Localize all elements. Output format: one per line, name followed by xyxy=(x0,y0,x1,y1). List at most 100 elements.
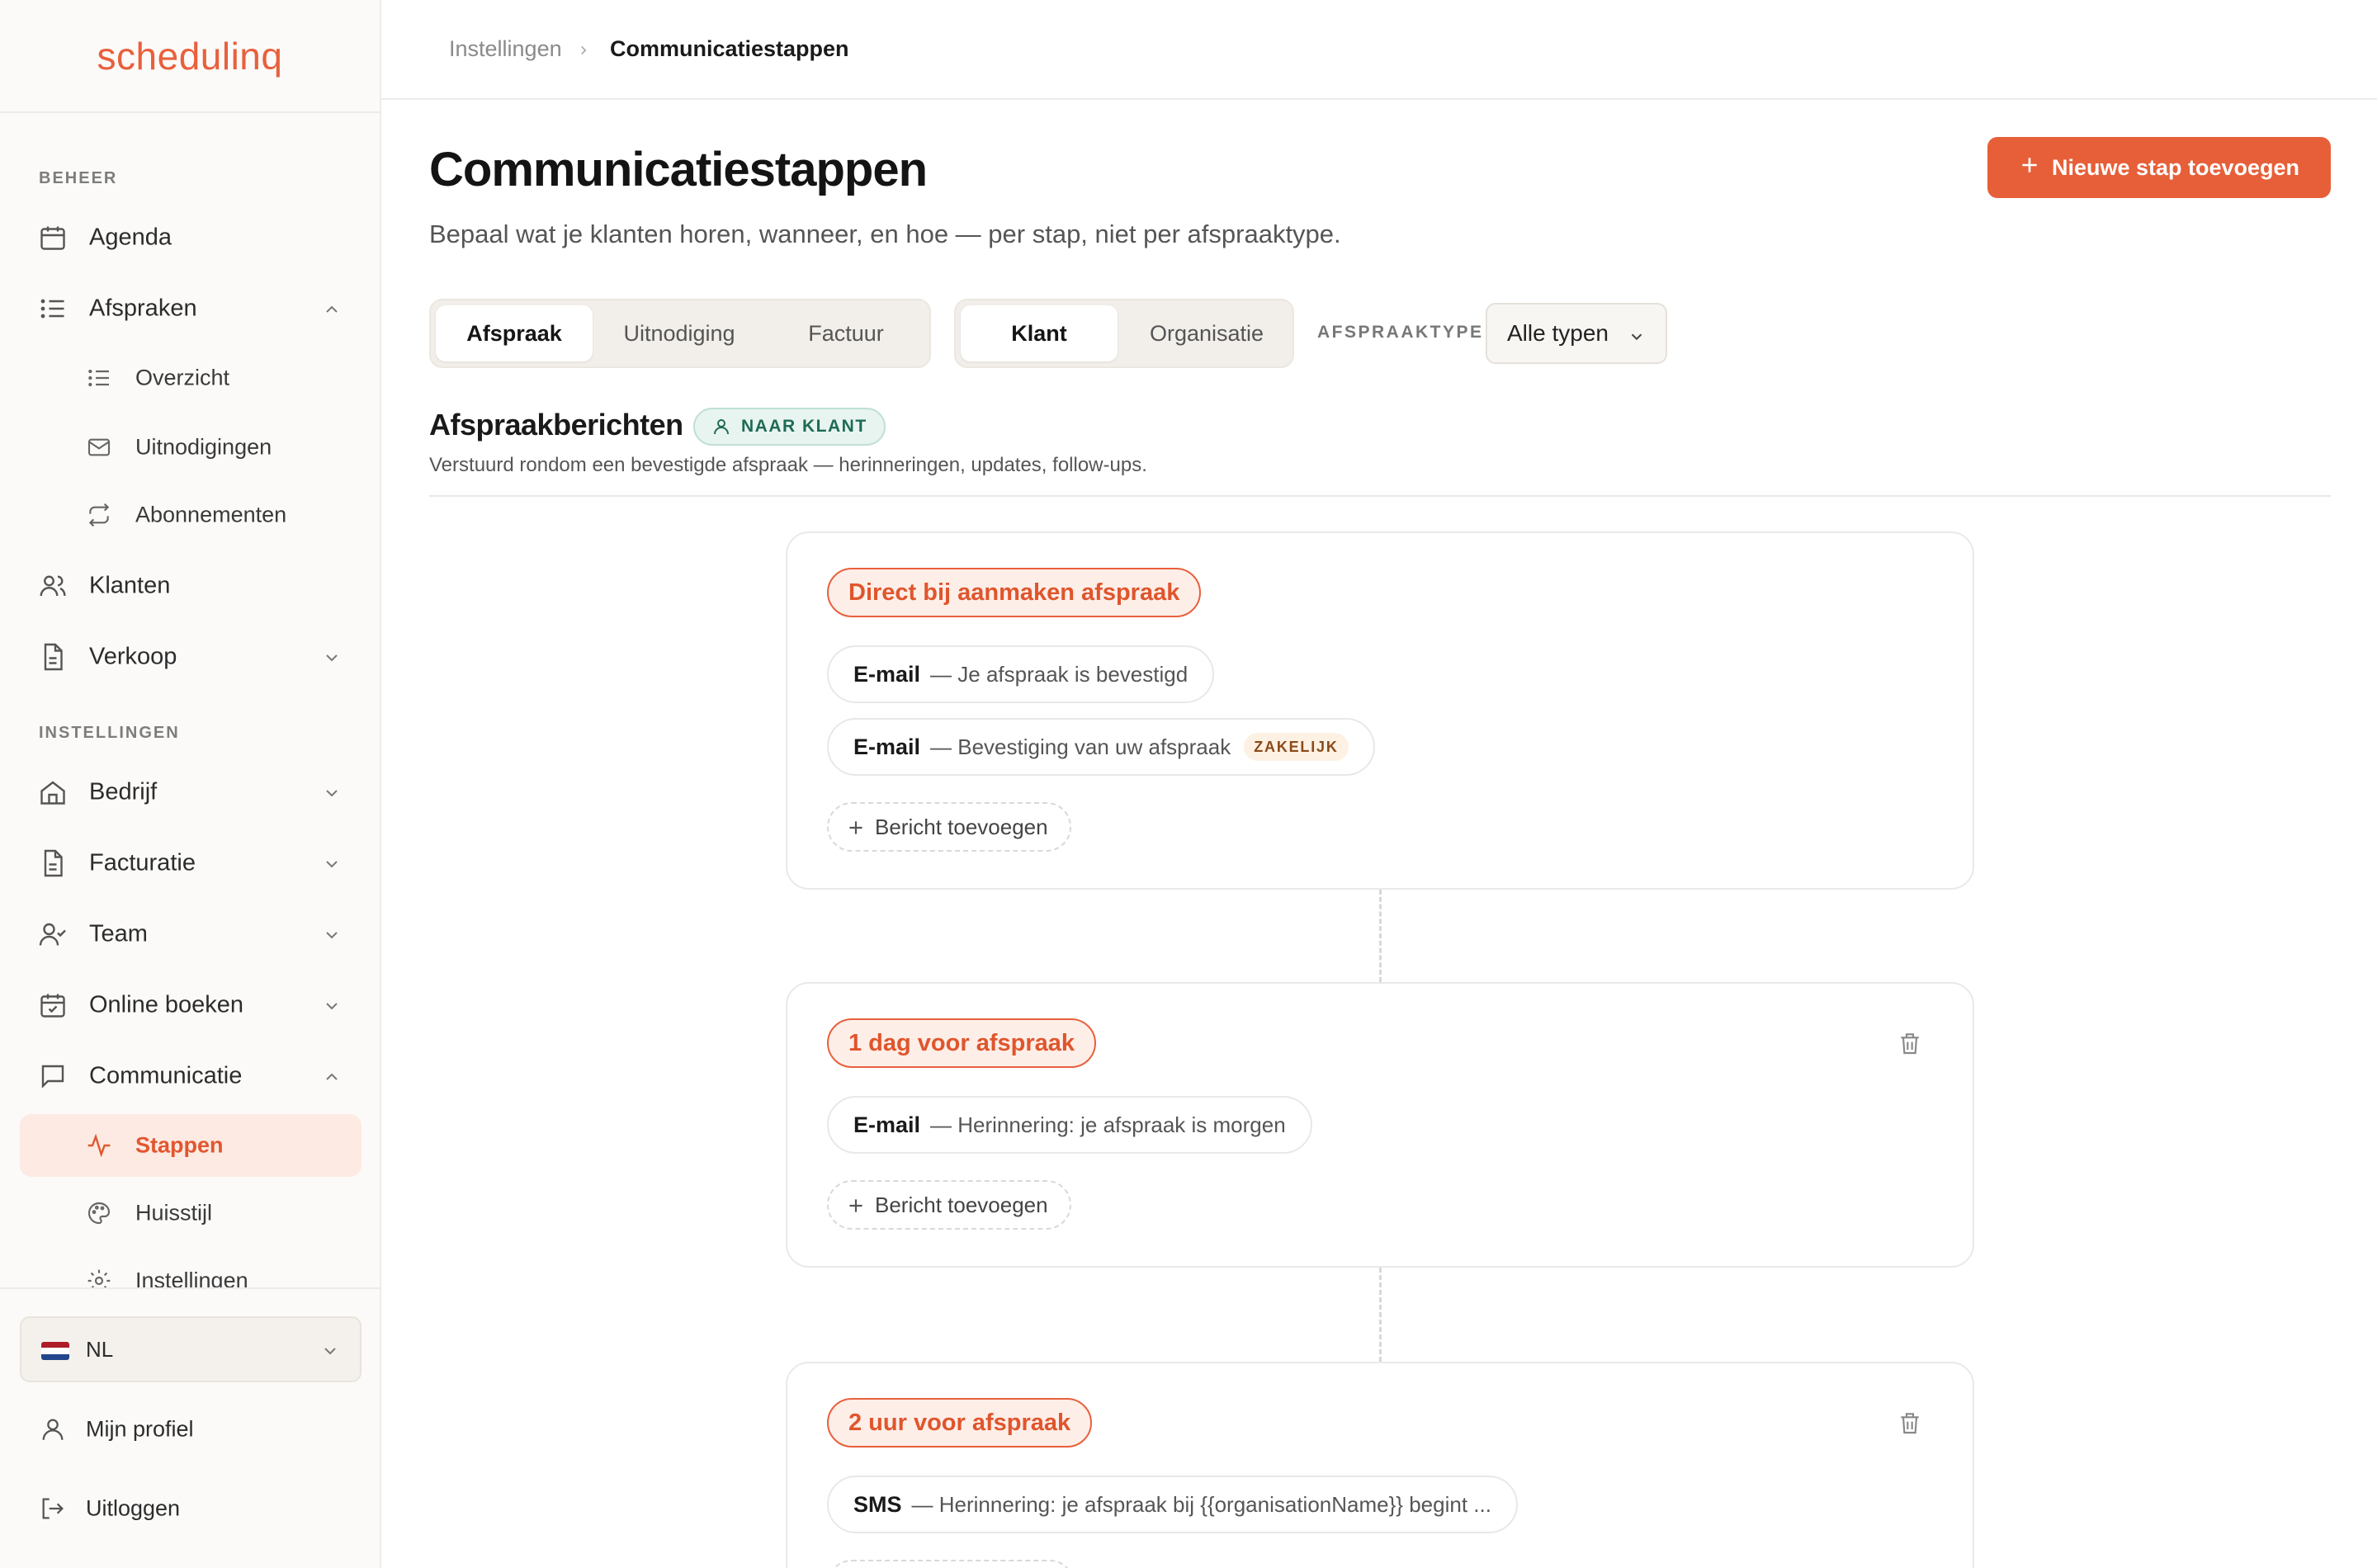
tab-afspraak[interactable]: Afspraak xyxy=(436,305,593,361)
sidebar-scroll-clip: Instellingen xyxy=(0,1238,380,1287)
sidebar-item-label: Uitnodigingen xyxy=(135,434,272,460)
badge-label: NAAR KLANT xyxy=(741,417,867,436)
tab-factuur[interactable]: Factuur xyxy=(768,305,924,361)
sidebar-item-uitnodigingen[interactable]: Uitnodigingen xyxy=(20,416,362,479)
profile-link[interactable]: Mijn profiel xyxy=(20,1398,362,1461)
chevron-down-icon xyxy=(322,995,342,1015)
sidebar-item-bedrijf[interactable]: Bedrijf xyxy=(20,761,362,824)
sidebar-item-abonnementen[interactable]: Abonnementen xyxy=(20,484,362,546)
calendar-check-icon xyxy=(37,989,69,1021)
sidebar-item-label: Huisstijl xyxy=(135,1200,213,1226)
mail-icon xyxy=(85,433,113,461)
breadcrumb-current: Communicatiestappen xyxy=(610,36,849,61)
sidebar-item-online-boeken[interactable]: Online boeken xyxy=(20,974,362,1037)
sidebar-item-label: Abonnementen xyxy=(135,502,287,527)
app-logo[interactable]: schedulinq xyxy=(0,0,380,113)
calendar-icon xyxy=(37,222,69,253)
home-icon xyxy=(37,777,69,808)
sidebar: schedulinq BEHEER Agenda Afspraken Overz… xyxy=(0,0,381,1568)
user-check-icon xyxy=(37,919,69,950)
step-card: 1 dag voor afspraak E-mail — Herinnering… xyxy=(786,982,1974,1268)
sidebar-item-overzicht[interactable]: Overzicht xyxy=(20,347,362,409)
palette-icon xyxy=(85,1199,113,1227)
tab-uitnodiging[interactable]: Uitnodiging xyxy=(601,305,758,361)
activity-icon xyxy=(85,1131,113,1159)
category-tabs: Afspraak Uitnodiging Factuur xyxy=(429,299,931,368)
sidebar-item-instellingen[interactable]: Instellingen xyxy=(20,1249,362,1287)
appointment-type-select[interactable]: Alle typen xyxy=(1486,303,1667,364)
new-step-label: Nieuwe stap toevoegen xyxy=(2051,154,2300,180)
sidebar-item-stappen[interactable]: Stappen xyxy=(20,1114,362,1177)
sidebar-item-label: Afspraken xyxy=(89,295,197,322)
sidebar-item-label: Overzicht xyxy=(135,365,230,390)
message-item[interactable]: E-mail — Je afspraak is bevestigd xyxy=(827,645,1215,703)
plus-icon xyxy=(845,1195,867,1216)
chevron-down-icon xyxy=(320,1341,340,1367)
sidebar-item-label: Stappen xyxy=(135,1132,224,1158)
sidebar-item-huisstijl[interactable]: Huisstijl xyxy=(20,1182,362,1244)
sidebar-item-klanten[interactable]: Klanten xyxy=(20,555,362,617)
gear-icon xyxy=(85,1267,113,1287)
chevron-up-icon xyxy=(322,1066,342,1086)
trash-icon[interactable] xyxy=(1897,1410,1923,1436)
sidebar-item-label: Bedrijf xyxy=(89,778,158,805)
logout-icon xyxy=(37,1493,69,1524)
sidebar-item-label: Agenda xyxy=(89,224,172,251)
chevron-down-icon xyxy=(322,924,342,944)
new-step-button[interactable]: Nieuwe stap toevoegen xyxy=(1987,137,2331,198)
profile-label: Mijn profiel xyxy=(86,1416,194,1442)
chevron-right-icon xyxy=(576,38,591,64)
filter-label: AFSPRAAKTYPE xyxy=(1317,323,1484,342)
list-icon xyxy=(85,364,113,392)
tab-organisatie[interactable]: Organisatie xyxy=(1126,305,1288,361)
message-item[interactable]: E-mail — Herinnering: je afspraak is mor… xyxy=(827,1096,1312,1154)
chevron-down-icon xyxy=(322,647,342,667)
sidebar-item-agenda[interactable]: Agenda xyxy=(20,206,362,269)
step-trigger[interactable]: 2 uur voor afspraak xyxy=(827,1398,1093,1448)
sidebar-item-label: Online boeken xyxy=(89,991,244,1018)
message-subject: — Herinnering: je afspraak bij {{organis… xyxy=(911,1491,1491,1517)
step-trigger[interactable]: Direct bij aanmaken afspraak xyxy=(827,568,1202,617)
add-message-label: Bericht toevoegen xyxy=(875,1192,1048,1217)
topbar: Instellingen Communicatiestappen xyxy=(381,0,2377,100)
plus-icon xyxy=(845,817,867,838)
add-message-label: Bericht toevoegen xyxy=(875,814,1048,839)
audience-badge: NAAR KLANT xyxy=(693,408,886,446)
plus-icon xyxy=(2019,154,2040,182)
sidebar-item-team[interactable]: Team xyxy=(20,903,362,966)
sidebar-item-verkoop[interactable]: Verkoop xyxy=(20,626,362,688)
repeat-icon xyxy=(85,501,113,529)
sidebar-item-label: Instellingen xyxy=(135,1268,248,1288)
step-card: Direct bij aanmaken afspraak E-mail — Je… xyxy=(786,531,1974,890)
sidebar-item-afspraken[interactable]: Afspraken xyxy=(20,277,362,340)
flag-nl-icon xyxy=(41,1342,69,1360)
sidebar-item-facturatie[interactable]: Facturatie xyxy=(20,832,362,895)
trash-icon[interactable] xyxy=(1897,1030,1923,1056)
step-trigger[interactable]: 1 dag voor afspraak xyxy=(827,1018,1096,1068)
logout-label: Uitloggen xyxy=(86,1495,181,1521)
add-message-button[interactable] xyxy=(827,1560,1075,1568)
page-title: Communicatiestappen xyxy=(429,143,928,196)
tab-klant[interactable]: Klant xyxy=(961,305,1118,361)
invoice-icon xyxy=(37,848,69,879)
sidebar-divider xyxy=(0,1287,380,1289)
audience-tabs: Klant Organisatie xyxy=(954,299,1294,368)
message-subject: — Bevestiging van uw afspraak xyxy=(930,734,1231,759)
section-title: Afspraakberichten xyxy=(429,408,683,442)
step-card: 2 uur voor afspraak SMS — Herinnering: j… xyxy=(786,1362,1974,1568)
chat-icon xyxy=(37,1060,69,1092)
sidebar-item-label: Verkoop xyxy=(89,643,177,670)
message-item[interactable]: E-mail — Bevestiging van uw afspraak ZAK… xyxy=(827,718,1375,776)
page-subtitle: Bepaal wat je klanten horen, wanneer, en… xyxy=(429,220,1341,248)
logout-link[interactable]: Uitloggen xyxy=(20,1477,362,1540)
message-channel: E-mail xyxy=(853,661,921,687)
section-divider xyxy=(429,495,2331,497)
message-item[interactable]: SMS — Herinnering: je afspraak bij {{org… xyxy=(827,1476,1518,1533)
language-select[interactable]: NL xyxy=(20,1316,362,1382)
sidebar-item-communicatie[interactable]: Communicatie xyxy=(20,1045,362,1108)
add-message-button[interactable]: Bericht toevoegen xyxy=(827,802,1071,852)
select-value: Alle typen xyxy=(1507,320,1609,346)
users-icon xyxy=(37,570,69,602)
add-message-button[interactable]: Bericht toevoegen xyxy=(827,1180,1071,1230)
breadcrumb-parent[interactable]: Instellingen xyxy=(449,36,562,62)
